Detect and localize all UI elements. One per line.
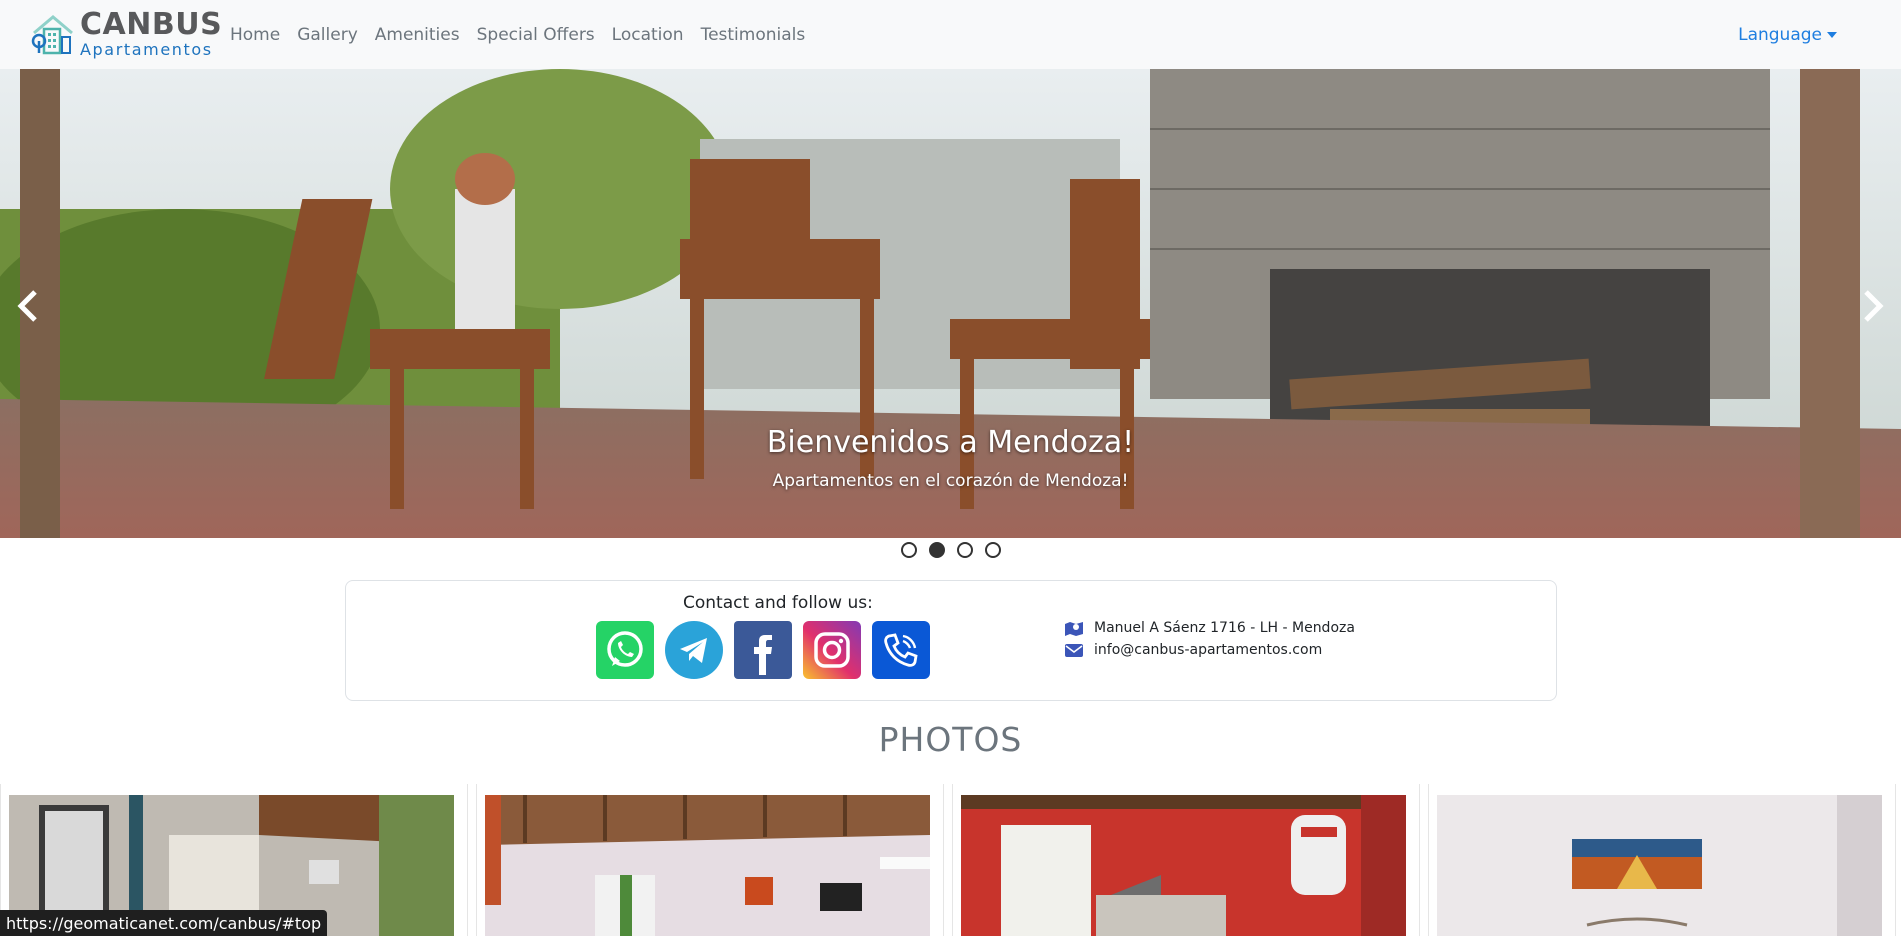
contact-title: Contact and follow us: — [683, 593, 873, 613]
nav-links: Home Gallery Amenities Special Offers Lo… — [230, 0, 822, 69]
chevron-right-icon — [1864, 290, 1884, 322]
photo-thumbnail[interactable] — [485, 795, 930, 936]
viber-button[interactable] — [872, 621, 930, 679]
whatsapp-button[interactable] — [596, 621, 654, 679]
contact-card: Contact and follow us: Manuel A Sáenz 17… — [345, 580, 1557, 701]
carousel-prev-button[interactable] — [8, 281, 48, 331]
map-marker-icon — [1065, 622, 1083, 636]
carousel-indicator-2[interactable] — [928, 542, 945, 558]
nav-link-amenities[interactable]: Amenities — [375, 25, 460, 45]
carousel-caption-title: Bienvenidos a Mendoza! — [766, 425, 1135, 460]
browser-status-bar: https://geomaticanet.com/canbus/#top — [0, 910, 328, 936]
brand-subtitle: Apartamentos — [80, 40, 213, 59]
hero-slide-image — [0, 69, 1901, 538]
carousel-next-button[interactable] — [1853, 281, 1893, 331]
language-label: Language — [1738, 24, 1822, 45]
photo-card — [476, 784, 944, 936]
photo-thumbnail[interactable] — [1437, 795, 1882, 936]
carousel-caption-subtitle: Apartamentos en el corazón de Mendoza! — [772, 471, 1129, 491]
whatsapp-icon — [607, 631, 643, 667]
email-row: info@canbus-apartamentos.com — [1064, 642, 1322, 658]
hero-carousel: Bienvenidos a Mendoza! Apartamentos en e… — [0, 69, 1901, 538]
photo-card — [1428, 784, 1896, 936]
email-link[interactable]: info@canbus-apartamentos.com — [1094, 642, 1322, 658]
social-links — [596, 621, 930, 679]
facebook-button[interactable] — [734, 621, 792, 679]
language-dropdown[interactable]: Language — [1738, 0, 1837, 69]
address-text: Manuel A Sáenz 1716 - LH - Mendoza — [1094, 620, 1355, 636]
photo-kitchen-image — [961, 795, 1406, 936]
building-logo-icon — [31, 15, 73, 55]
caret-down-icon — [1827, 31, 1837, 38]
nav-link-gallery[interactable]: Gallery — [297, 25, 358, 45]
photo-thumbnail[interactable] — [961, 795, 1406, 936]
nav-link-testimonials[interactable]: Testimonials — [701, 25, 806, 45]
status-url: https://geomaticanet.com/canbus/#top — [6, 913, 322, 933]
nav-link-location[interactable]: Location — [612, 25, 684, 45]
carousel-indicator-1[interactable] — [900, 542, 917, 558]
photos-section-title: PHOTOS — [878, 720, 1023, 759]
navbar: CANBUS Apartamentos Home Gallery Ameniti… — [0, 0, 1901, 69]
instagram-button[interactable] — [803, 621, 861, 679]
carousel-indicators — [0, 542, 1901, 558]
brand-title: CANBUS — [80, 7, 223, 42]
facebook-icon — [754, 635, 772, 675]
photo-card — [952, 784, 1420, 936]
carousel-indicator-3[interactable] — [956, 542, 973, 558]
brand-logo-link[interactable]: CANBUS Apartamentos — [30, 10, 222, 58]
telegram-button[interactable] — [665, 621, 723, 679]
nav-link-home[interactable]: Home — [230, 25, 280, 45]
nav-link-special-offers[interactable]: Special Offers — [477, 25, 595, 45]
photo-bedroom-image — [1437, 795, 1882, 936]
envelope-icon — [1065, 644, 1083, 657]
address-row: Manuel A Sáenz 1716 - LH - Mendoza — [1064, 620, 1355, 636]
photo-living-room-image — [485, 795, 930, 936]
viber-phone-icon — [884, 633, 918, 667]
instagram-icon — [814, 632, 850, 668]
chevron-left-icon — [17, 290, 37, 322]
carousel-indicator-4[interactable] — [984, 542, 1001, 558]
telegram-icon — [680, 638, 707, 663]
